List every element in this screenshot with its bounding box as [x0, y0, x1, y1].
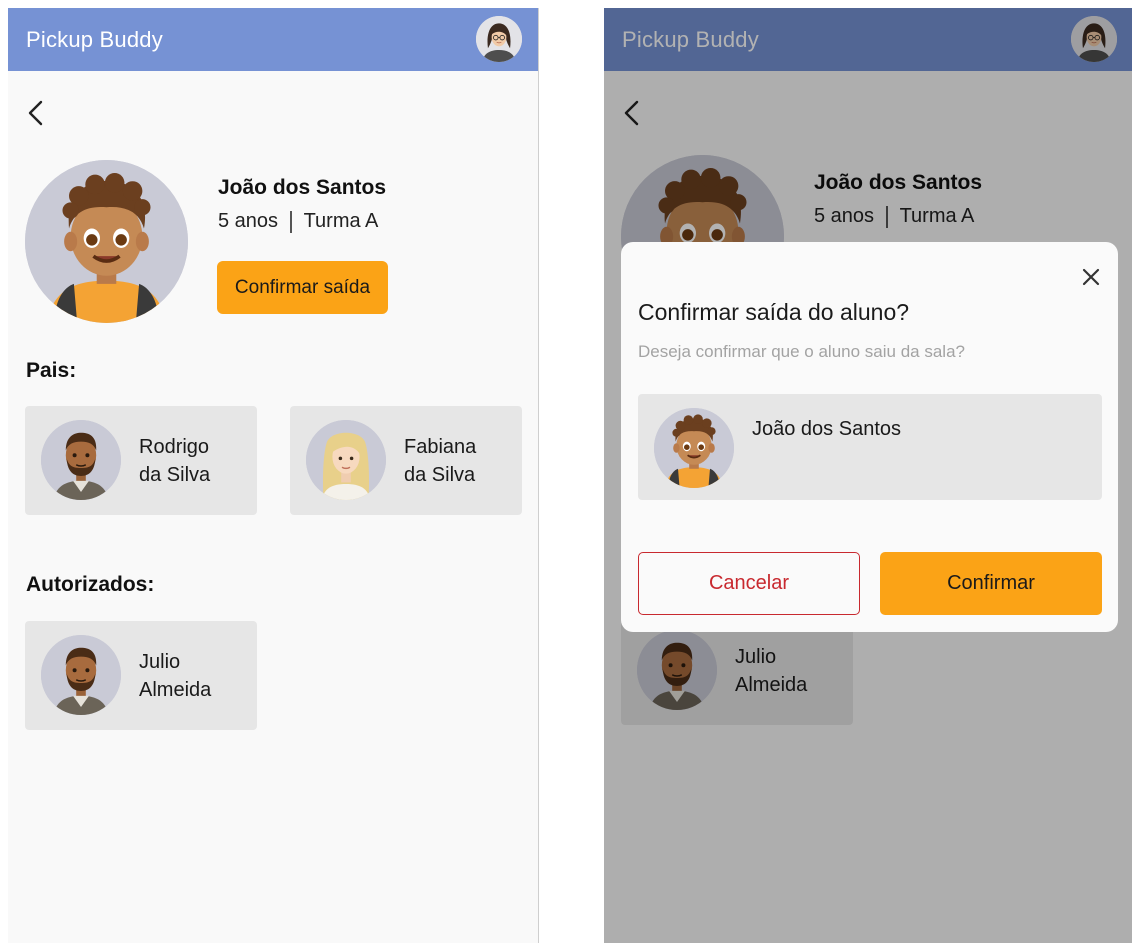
dialog-title: Confirmar saída do aluno? — [638, 299, 910, 325]
avatar — [41, 420, 121, 500]
avatar — [654, 408, 734, 488]
meta-divider — [290, 210, 292, 233]
parent-card-rodrigo[interactable]: Rodrigo da Silva — [25, 406, 257, 515]
student-meta: 5 anos Turma A — [218, 210, 378, 233]
student-name: João dos Santos — [218, 176, 387, 199]
cancel-button[interactable]: Cancelar — [638, 552, 860, 615]
close-icon — [1082, 268, 1100, 286]
app-bar: Pickup Buddy — [8, 8, 538, 71]
student-photo — [25, 160, 188, 323]
teacher-avatar-icon[interactable] — [476, 16, 522, 62]
parent-card-fabiana[interactable]: Fabiana da Silva — [290, 406, 522, 515]
avatar — [41, 635, 121, 715]
authorized-card-julio[interactable]: Julio Almeida — [25, 621, 257, 730]
dialog-subtitle: Deseja confirmar que o aluno saiu da sal… — [638, 342, 965, 361]
confirm-exit-button[interactable]: Confirmar saída — [217, 261, 388, 314]
student-age: 5 anos — [218, 210, 279, 232]
dialog-student-name: João dos Santos — [752, 418, 901, 440]
student-detail-screen: Pickup Buddy João dos Santos 5 anos Turm… — [8, 8, 539, 943]
back-button[interactable] — [22, 96, 48, 130]
student-class: Turma A — [303, 210, 379, 232]
parent-name: Fabiana da Silva — [404, 436, 477, 486]
authorized-heading: Autorizados: — [26, 573, 155, 596]
confirm-button[interactable]: Confirmar — [880, 552, 1102, 615]
chevron-left-icon — [28, 100, 43, 126]
confirm-exit-dialog: Confirmar saída do aluno? Deseja confirm… — [621, 242, 1118, 632]
avatar — [306, 420, 386, 500]
app-title: Pickup Buddy — [26, 26, 163, 52]
student-detail-screen-dialog: Pickup Buddy João dos Santos 5 anos Turm… — [604, 8, 1132, 943]
authorized-name: Julio Almeida — [139, 651, 212, 701]
close-button[interactable] — [1078, 264, 1104, 290]
parents-heading: Pais: — [26, 359, 77, 382]
dialog-student-card: João dos Santos — [638, 394, 1102, 500]
parent-name: Rodrigo da Silva — [139, 436, 211, 486]
